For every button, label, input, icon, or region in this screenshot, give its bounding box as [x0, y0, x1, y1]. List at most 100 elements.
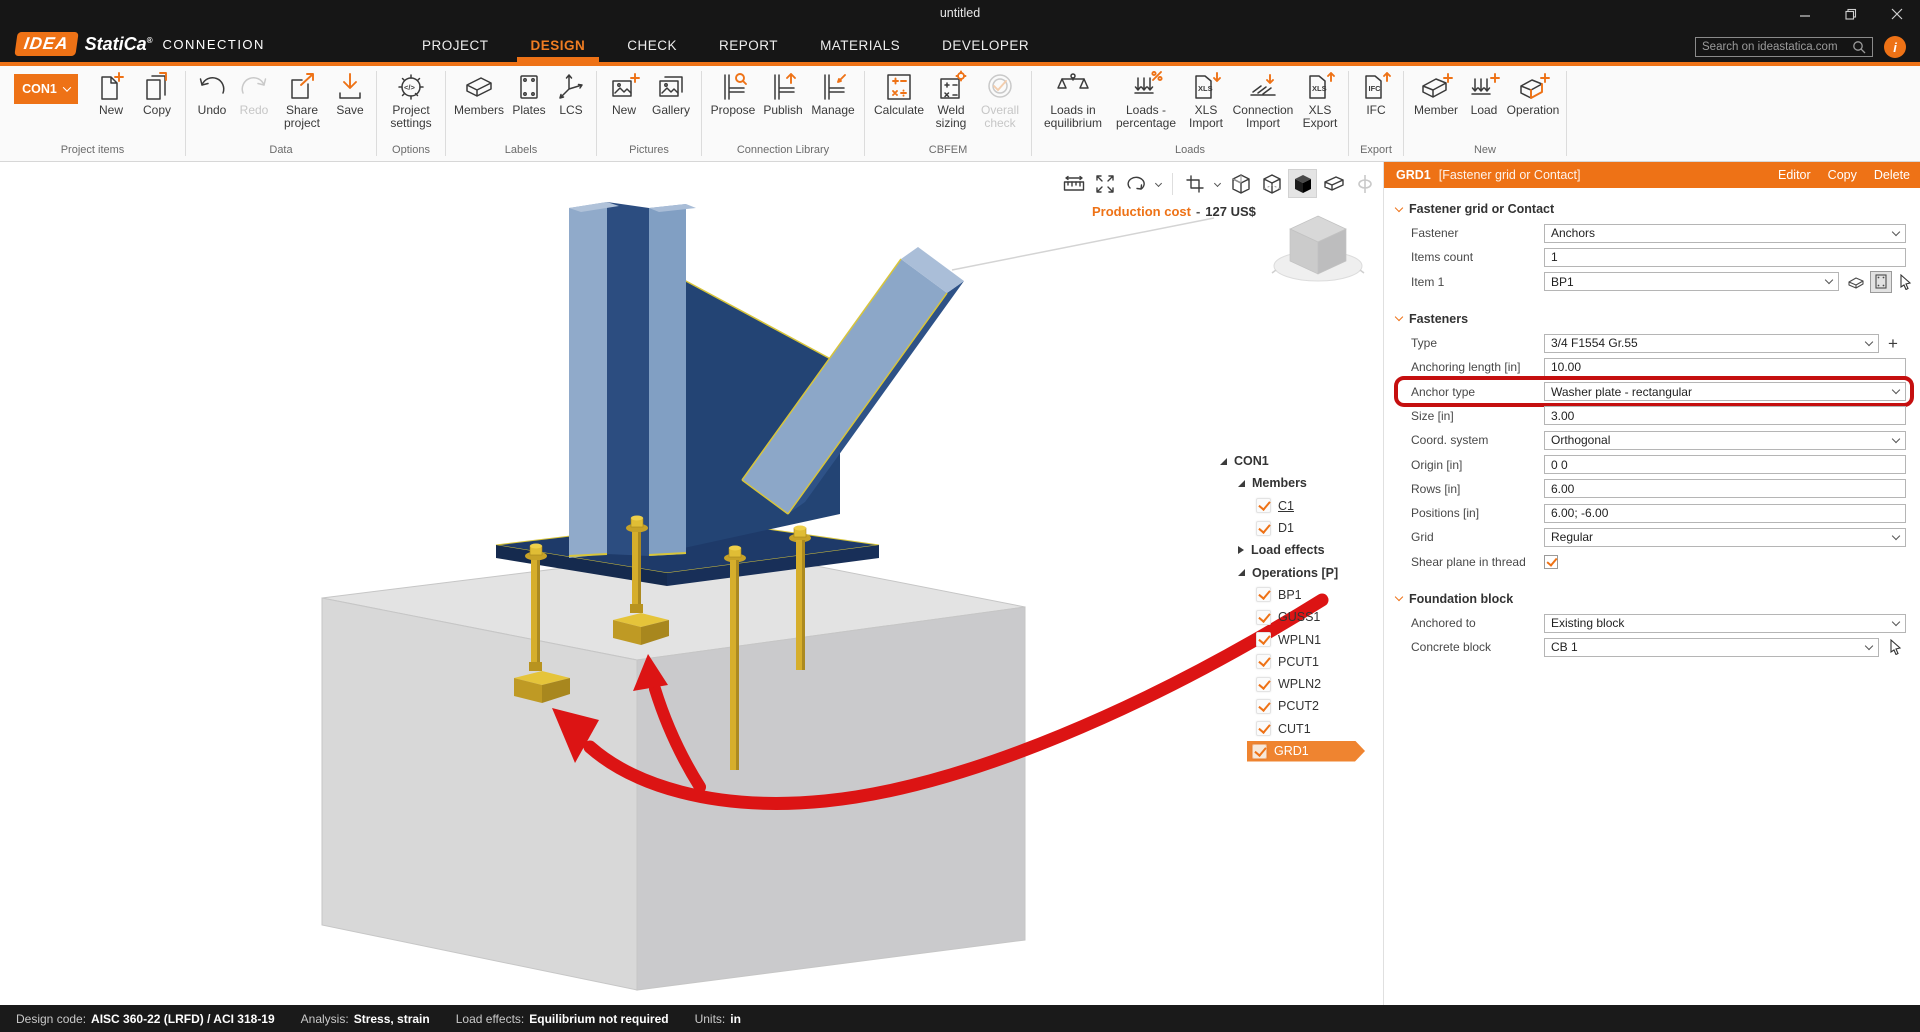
new-operation-button[interactable]: Operation [1505, 69, 1561, 117]
minimize-button[interactable] [1782, 0, 1828, 28]
xls-import-button[interactable]: XLS XLS Import [1183, 69, 1229, 130]
fastener-select[interactable]: Anchors [1544, 224, 1906, 243]
plates-labels-button[interactable]: Plates [507, 69, 551, 117]
editor-button[interactable]: Editor [1778, 168, 1811, 182]
navigation-cube[interactable] [1268, 208, 1368, 298]
anchored-to-select[interactable]: Existing block [1544, 614, 1906, 633]
loads-in-equilibrium-button[interactable]: Loads in equilibrium [1037, 69, 1109, 130]
calculate-button[interactable]: Calculate [870, 69, 928, 117]
checked-checkbox[interactable] [1256, 677, 1271, 692]
ifc-export-button[interactable]: IFC IFC [1354, 69, 1398, 117]
size-input[interactable]: 3.00 [1544, 406, 1906, 425]
tree-node-con1[interactable]: CON1 [1218, 450, 1388, 472]
expander-open-icon[interactable] [1220, 458, 1227, 465]
xls-export-button[interactable]: XLS XLS Export [1297, 69, 1343, 130]
checked-checkbox[interactable] [1256, 610, 1271, 625]
section-fasteners[interactable]: Fasteners [1396, 307, 1906, 331]
propose-button[interactable]: Propose [707, 69, 759, 117]
tree-item-guss1[interactable]: GUSS1 [1218, 606, 1388, 628]
tab-developer[interactable]: DEVELOPER [940, 28, 1031, 62]
share-project-button[interactable]: Share project [275, 69, 329, 130]
weld-sizing-button[interactable]: Weld sizing [928, 69, 974, 130]
checked-checkbox[interactable] [1256, 632, 1271, 647]
loads-percentage-button[interactable]: Loads - percentage [1109, 69, 1183, 130]
undo-button[interactable]: Undo [191, 69, 233, 117]
section-crop-button[interactable] [1181, 170, 1208, 197]
chevron-down-icon[interactable] [1155, 180, 1162, 187]
expander-closed-icon[interactable] [1238, 546, 1244, 554]
checked-checkbox[interactable] [1256, 521, 1271, 536]
copy-project-item-button[interactable]: Copy [134, 69, 180, 117]
checked-checkbox[interactable] [1256, 654, 1271, 669]
tree-node-operations[interactable]: Operations [P] [1218, 561, 1388, 583]
add-fastener-type-button[interactable]: + [1888, 335, 1898, 352]
lcs-labels-button[interactable]: LCS [551, 69, 591, 117]
expander-open-icon[interactable] [1238, 569, 1245, 576]
anchoring-length-input[interactable]: 10.00 [1544, 358, 1906, 377]
measure-button[interactable] [1060, 170, 1087, 197]
manage-button[interactable]: Manage [807, 69, 859, 117]
origin-input[interactable]: 0 0 [1544, 455, 1906, 474]
cube-solid-button[interactable] [1289, 170, 1316, 197]
checked-checkbox[interactable] [1256, 699, 1271, 714]
checked-checkbox[interactable] [1252, 744, 1267, 759]
close-button[interactable] [1874, 0, 1920, 28]
section-foundation-block[interactable]: Foundation block [1396, 587, 1906, 611]
axis-rotate-button[interactable] [1351, 170, 1378, 197]
tree-node-load-effects[interactable]: Load effects [1218, 539, 1388, 561]
copy-operation-button[interactable]: Copy [1828, 168, 1857, 182]
tab-project[interactable]: PROJECT [420, 28, 491, 62]
tab-materials[interactable]: MATERIALS [818, 28, 902, 62]
tree-item-d1[interactable]: D1 [1218, 517, 1388, 539]
anchor-type-select[interactable]: Washer plate - rectangular [1544, 382, 1906, 401]
connection-import-button[interactable]: Connection Import [1229, 69, 1297, 130]
cursor-pick-button[interactable] [1896, 272, 1916, 292]
rows-input[interactable]: 6.00 [1544, 479, 1906, 498]
new-load-button[interactable]: Load [1463, 69, 1505, 117]
tree-item-grd1-selected[interactable]: GRD1 [1218, 740, 1388, 762]
gallery-button[interactable]: Gallery [646, 69, 696, 117]
redo-button[interactable]: Redo [233, 69, 275, 117]
tree-item-wpln1[interactable]: WPLN1 [1218, 628, 1388, 650]
tree-node-members[interactable]: Members [1218, 472, 1388, 494]
item1-select[interactable]: BP1 [1544, 272, 1839, 291]
plate-pick-button[interactable] [1871, 272, 1891, 292]
section-fastener-grid[interactable]: Fastener grid or Contact [1396, 197, 1906, 221]
project-item-selector[interactable]: CON1 [14, 74, 78, 104]
overall-check-button[interactable]: Overall check [974, 69, 1026, 130]
concrete-block-select[interactable]: CB 1 [1544, 638, 1879, 657]
members-labels-button[interactable]: Members [451, 69, 507, 117]
clip-view-button[interactable] [1320, 170, 1347, 197]
new-picture-button[interactable]: New [602, 69, 646, 117]
checked-checkbox[interactable] [1256, 721, 1271, 736]
grid-select[interactable]: Regular [1544, 528, 1906, 547]
tab-design[interactable]: DESIGN [529, 28, 588, 62]
checked-checkbox[interactable] [1256, 498, 1271, 513]
expander-open-icon[interactable] [1238, 480, 1245, 487]
zoom-extents-button[interactable] [1091, 170, 1118, 197]
tree-item-bp1[interactable]: BP1 [1218, 584, 1388, 606]
anchor-type-grade-select[interactable]: 3/4 F1554 Gr.55 [1544, 334, 1879, 353]
new-project-item-button[interactable]: New [88, 69, 134, 117]
tree-item-c1[interactable]: C1 [1218, 495, 1388, 517]
delete-operation-button[interactable]: Delete [1874, 168, 1910, 182]
orbit-button[interactable] [1122, 170, 1149, 197]
info-button[interactable]: i [1884, 36, 1906, 58]
shear-plane-checkbox[interactable] [1544, 555, 1558, 569]
chevron-down-icon[interactable] [1214, 180, 1221, 187]
tree-item-cut1[interactable]: CUT1 [1218, 718, 1388, 740]
maximize-button[interactable] [1828, 0, 1874, 28]
tree-item-pcut1[interactable]: PCUT1 [1218, 651, 1388, 673]
selected-item-highlight[interactable]: GRD1 [1247, 741, 1365, 762]
positions-input[interactable]: 6.00; -6.00 [1544, 504, 1906, 523]
cube-hidden-lines-button[interactable] [1258, 170, 1285, 197]
checked-checkbox[interactable] [1256, 587, 1271, 602]
3d-viewport[interactable]: Production cost-127 US$ CON1 Members C1 … [0, 162, 1383, 1005]
search-input[interactable]: Search on ideastatica.com [1695, 37, 1873, 57]
project-settings-button[interactable]: </> Project settings [382, 69, 440, 130]
coord-system-select[interactable]: Orthogonal [1544, 431, 1906, 450]
cube-wireframe-button[interactable] [1227, 170, 1254, 197]
tree-item-wpln2[interactable]: WPLN2 [1218, 673, 1388, 695]
member-pick-button[interactable] [1846, 272, 1866, 292]
publish-button[interactable]: Publish [759, 69, 807, 117]
